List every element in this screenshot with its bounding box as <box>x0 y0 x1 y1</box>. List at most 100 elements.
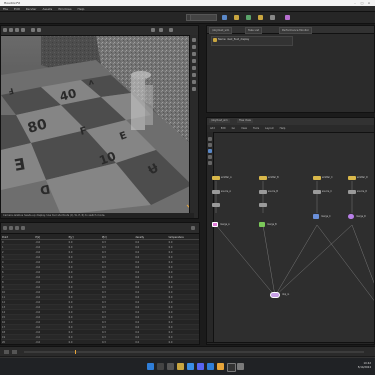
network-box-icon[interactable] <box>208 155 212 159</box>
play-icon[interactable] <box>4 350 9 354</box>
fluid-icon[interactable] <box>285 15 290 20</box>
node-merge[interactable] <box>313 214 319 219</box>
primitives-mode-icon[interactable] <box>15 226 19 230</box>
node-source[interactable] <box>348 190 356 194</box>
table-cell: 0.0 <box>134 345 167 346</box>
tab-tree-view[interactable]: Tree View <box>237 119 253 123</box>
menu-layout[interactable]: Layout <box>265 127 274 130</box>
ghost-icon[interactable] <box>192 66 196 70</box>
menu-edit[interactable]: Edit <box>221 127 226 130</box>
detail-mode-icon[interactable] <box>21 226 25 230</box>
network-toolstrip <box>207 132 214 344</box>
windows-taskbar: 10:42 5/14/2024 <box>0 357 375 375</box>
sticky-note-icon[interactable] <box>208 149 212 153</box>
scale-tool-icon[interactable] <box>21 28 25 32</box>
node-dop-io[interactable] <box>270 292 280 298</box>
node-source[interactable] <box>313 190 321 194</box>
node-source[interactable] <box>259 190 267 194</box>
list-mode-icon[interactable] <box>208 137 212 141</box>
parameter-panel: /obj/dust_sim Take List Performance Moni… <box>206 25 375 113</box>
explorer-icon[interactable] <box>177 363 184 370</box>
node-source[interactable] <box>212 203 220 207</box>
grid-icon[interactable] <box>192 87 196 91</box>
mail-icon[interactable] <box>207 363 214 370</box>
menu-go[interactable]: Go <box>232 127 235 130</box>
null-icon[interactable] <box>270 15 275 20</box>
menu-add[interactable]: Add <box>210 127 215 130</box>
terminal-icon[interactable] <box>227 363 236 372</box>
tab-network-path[interactable]: /obj/dust_sim <box>209 119 230 123</box>
tab-take-list[interactable]: Take List <box>245 27 263 34</box>
node-emitter[interactable] <box>212 176 220 180</box>
tab-network-path[interactable]: /obj/dust_sim <box>209 27 233 34</box>
context-field[interactable] <box>190 14 217 21</box>
node-graph[interactable] <box>207 118 375 345</box>
rotate-tool-icon[interactable] <box>15 28 19 32</box>
timeline-marker[interactable] <box>75 350 76 354</box>
menu-help[interactable]: Help <box>280 127 286 130</box>
houdini-icon[interactable] <box>217 363 224 370</box>
menu-edit[interactable]: Edit <box>14 7 20 11</box>
node-name-label: Name: dust_fluid_display <box>218 38 250 41</box>
scene-viewer[interactable]: 80 40 Ǝ 10 Ʉ E F ᗡ Ⅎ ᴧ Camera-relative h… <box>0 25 199 219</box>
pose-tool-icon[interactable] <box>37 28 41 32</box>
maximize-icon[interactable]: □ <box>359 1 365 5</box>
node-source[interactable] <box>212 190 220 194</box>
light-icon[interactable] <box>234 15 239 20</box>
grid-mode-icon[interactable] <box>208 143 212 147</box>
spreadsheet-toolbar <box>1 223 199 234</box>
move-tool-icon[interactable] <box>9 28 13 32</box>
browser-icon[interactable] <box>187 363 194 370</box>
vertices-mode-icon[interactable] <box>9 226 13 230</box>
frame-icon[interactable] <box>192 45 196 49</box>
menu-tools[interactable]: Tools <box>253 127 259 130</box>
points-mode-icon[interactable] <box>3 226 7 230</box>
render-icon[interactable] <box>222 15 227 20</box>
menu-help[interactable]: Help <box>78 7 85 11</box>
network-editor[interactable]: /obj/dust_sim Tree View Add Edit Go View… <box>206 117 375 345</box>
pin-icon[interactable] <box>191 226 195 230</box>
stop-icon[interactable] <box>12 350 17 354</box>
timeline-playbar <box>0 346 375 356</box>
settings-icon[interactable] <box>237 363 244 370</box>
wireframe-icon[interactable] <box>192 52 196 56</box>
visibility-icon[interactable] <box>192 80 196 84</box>
shelf-toolbar <box>0 12 375 24</box>
shading-mode-icon[interactable] <box>169 28 173 32</box>
system-clock[interactable]: 10:42 5/14/2024 <box>358 362 371 370</box>
menu-file[interactable]: File <box>3 7 8 11</box>
geo-icon[interactable] <box>246 15 251 20</box>
menu-windows[interactable]: Windows <box>58 7 71 11</box>
select-tool-icon[interactable] <box>3 28 7 32</box>
node-merge[interactable] <box>212 222 218 227</box>
camera-menu-icon[interactable] <box>159 28 163 32</box>
display-options-icon[interactable] <box>151 28 155 32</box>
search-icon[interactable] <box>157 363 164 370</box>
task-view-icon[interactable] <box>167 363 174 370</box>
handle-tool-icon[interactable] <box>31 28 35 32</box>
home-icon[interactable] <box>192 38 196 42</box>
node-emitter[interactable] <box>259 176 267 180</box>
start-icon[interactable] <box>147 363 154 370</box>
node-label: emitter_D <box>357 176 368 179</box>
viewer-display-toolbar <box>189 35 198 218</box>
node-emitter[interactable] <box>348 176 356 180</box>
node-merge[interactable] <box>348 214 354 219</box>
zoom-icon[interactable] <box>208 161 212 165</box>
close-icon[interactable]: × <box>366 1 372 5</box>
table-cell: 0.0 <box>68 345 101 346</box>
snap-icon[interactable] <box>192 73 196 77</box>
table-cell: -0.6 <box>34 345 67 346</box>
node-emitter[interactable] <box>313 176 321 180</box>
menu-assets[interactable]: Assets <box>42 7 52 11</box>
lighting-icon[interactable] <box>192 59 196 63</box>
chat-icon[interactable] <box>197 363 204 370</box>
tab-performance-monitor[interactable]: Performance Monitor <box>279 27 313 34</box>
menu-render[interactable]: Render <box>26 7 37 11</box>
camera-icon[interactable] <box>258 15 263 20</box>
node-source[interactable] <box>259 203 267 207</box>
node-name-row[interactable]: Name: dust_fluid_display <box>211 36 293 46</box>
minimize-icon[interactable]: – <box>352 1 358 5</box>
node-merge[interactable] <box>259 222 265 227</box>
menu-view[interactable]: View <box>241 127 247 130</box>
